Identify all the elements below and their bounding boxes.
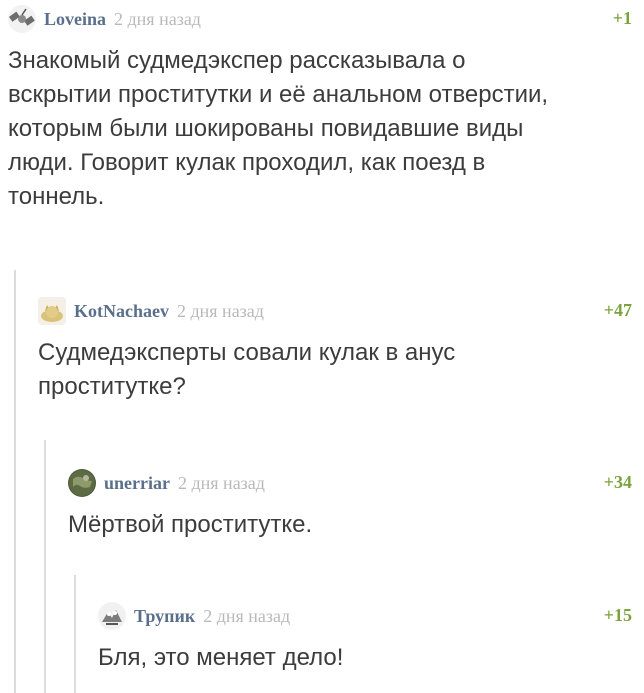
cat-icon[interactable]: [38, 297, 66, 325]
comment-header: unerriar 2 дня назад +34: [68, 468, 634, 498]
comment-thread: Loveina 2 дня назад +1 Знакомый судмедэк…: [0, 0, 644, 693]
comment-header: Трупик 2 дня назад +15: [98, 601, 634, 631]
username[interactable]: unerriar: [104, 473, 170, 494]
username[interactable]: Трупик: [134, 606, 195, 627]
comment-header: KotNachaev 2 дня назад +47: [38, 296, 634, 326]
rating-badge: +34: [603, 472, 632, 492]
comment: Трупик 2 дня назад +15 Бля, это меняет д…: [98, 601, 634, 675]
comment-text: Судмедэксперты совали кулак в анус прост…: [38, 339, 456, 400]
comment-text: Мёртвой проститутке.: [68, 511, 313, 538]
comment: Loveina 2 дня назад +1 Знакомый судмедэк…: [8, 4, 634, 214]
comment: KotNachaev 2 дня назад +47 Судмедэксперт…: [38, 296, 634, 404]
thread-line-level-3[interactable]: [74, 575, 76, 693]
globe-icon[interactable]: [68, 469, 96, 497]
comment-text: Знакомый судмедэкспер рассказывала о вск…: [8, 47, 549, 210]
satellite-icon[interactable]: [8, 5, 36, 33]
comment-text: Бля, это меняет дело!: [98, 644, 344, 671]
timestamp[interactable]: 2 дня назад: [178, 473, 265, 494]
username[interactable]: KotNachaev: [74, 301, 169, 322]
thread-line-level-2[interactable]: [44, 440, 46, 693]
rating-badge: +47: [603, 300, 632, 320]
rating-badge: +15: [603, 605, 632, 625]
timestamp[interactable]: 2 дня назад: [177, 301, 264, 322]
timestamp[interactable]: 2 дня назад: [114, 9, 201, 30]
username[interactable]: Loveina: [44, 9, 106, 30]
thread-line-level-1[interactable]: [14, 270, 16, 693]
rating-badge: +1: [612, 8, 632, 28]
comment: unerriar 2 дня назад +34 Мёртвой простит…: [68, 468, 634, 542]
creature-icon[interactable]: [98, 602, 126, 630]
timestamp[interactable]: 2 дня назад: [203, 606, 290, 627]
comment-header: Loveina 2 дня назад +1: [8, 4, 634, 34]
